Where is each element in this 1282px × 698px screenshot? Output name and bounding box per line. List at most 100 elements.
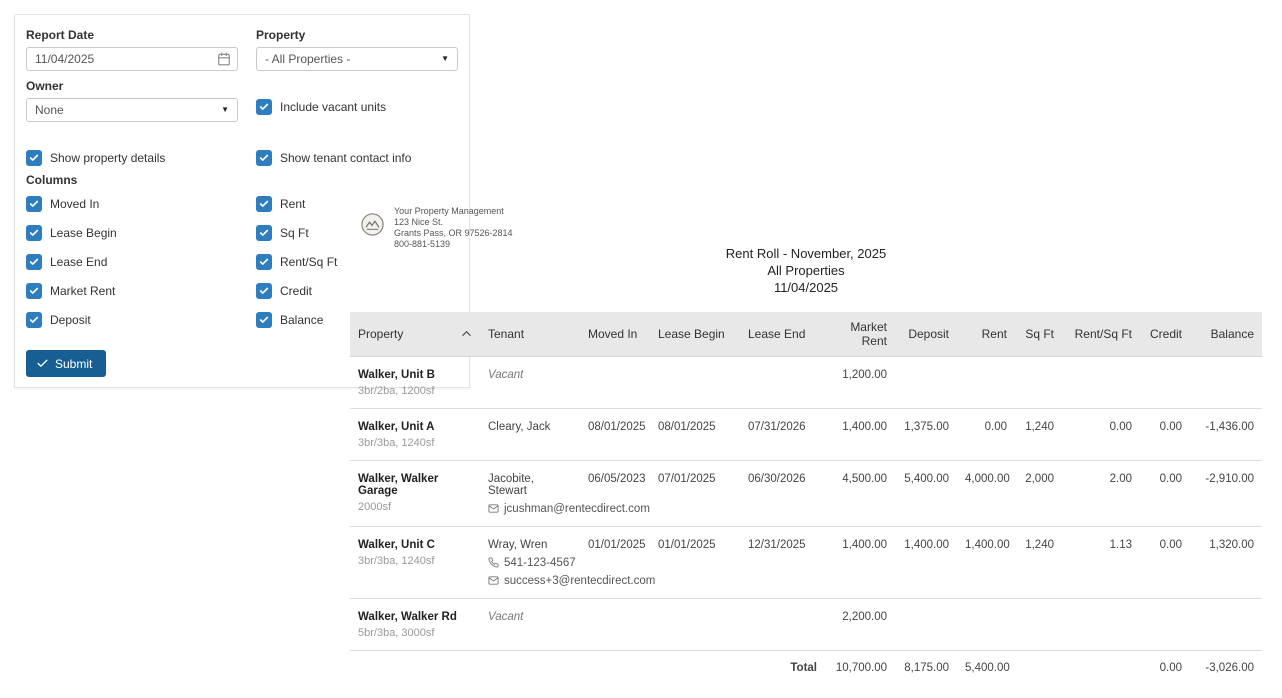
total-deposit: 8,175.00	[904, 661, 949, 674]
property-select-value: - All Properties -	[265, 52, 351, 66]
deposit-cell: 1,375.00	[895, 408, 957, 461]
balance-checkbox[interactable]	[256, 312, 272, 328]
lease-begin-checkbox[interactable]	[26, 225, 42, 241]
check-icon	[259, 200, 269, 207]
column-option-rent: Rent	[256, 196, 337, 212]
rent-sq-ft-cell	[1062, 356, 1140, 409]
property-detail: 5br/3ba, 3000sf	[358, 626, 435, 639]
deposit-label: Deposit	[50, 313, 91, 327]
market-rent-cell: 1,400.00	[825, 526, 895, 599]
header-deposit[interactable]: Deposit	[895, 312, 957, 357]
rent-cell	[957, 598, 1015, 651]
envelope-icon	[488, 504, 499, 513]
lease-begin-label: Lease Begin	[50, 226, 117, 240]
table-row: Walker, Unit B 3br/2ba, 1200sf Vacant 1,…	[350, 356, 1262, 409]
deposit-checkbox[interactable]	[26, 312, 42, 328]
moved-in-checkbox[interactable]	[26, 196, 42, 212]
moved-in-cell	[580, 598, 650, 651]
show-property-details-checkbox[interactable]	[26, 150, 42, 166]
sq-ft-cell: 1,240	[1015, 526, 1062, 599]
check-icon	[29, 154, 39, 161]
property-detail: 3br/3ba, 1240sf	[358, 436, 435, 449]
report-date-field: Report Date	[26, 28, 238, 71]
header-property[interactable]: Property	[350, 312, 480, 357]
header-balance[interactable]: Balance	[1190, 312, 1262, 357]
sq-ft-checkbox[interactable]	[256, 225, 272, 241]
moved-in-cell: 08/01/2025	[580, 408, 650, 461]
submit-button-label: Submit	[55, 356, 93, 371]
owner-field: Owner None ▼	[26, 79, 238, 122]
header-lease-end[interactable]: Lease End	[740, 312, 825, 357]
show-property-details-label: Show property details	[50, 151, 166, 165]
report-date-input[interactable]	[26, 47, 238, 71]
property-name: Walker, Unit C	[358, 538, 435, 551]
header-lease-begin[interactable]: Lease Begin	[650, 312, 740, 357]
column-option-credit: Credit	[256, 283, 337, 299]
report-title: Rent Roll - November, 2025	[725, 246, 887, 261]
rent-sq-ft-checkbox[interactable]	[256, 254, 272, 270]
rent-sq-ft-cell: 0.00	[1062, 408, 1140, 461]
balance-label: Balance	[280, 313, 324, 327]
header-sq-ft[interactable]: Sq Ft	[1015, 312, 1062, 357]
header-rent-sq-ft[interactable]: Rent/Sq Ft	[1062, 312, 1140, 357]
sq-ft-cell	[1015, 598, 1062, 651]
market-rent-cell: 1,400.00	[825, 408, 895, 461]
company-address: Your Property Management 123 Nice St. Gr…	[394, 206, 513, 250]
rent-sq-ft-cell: 1.13	[1062, 526, 1140, 599]
header-tenant[interactable]: Tenant	[480, 312, 580, 357]
header-credit[interactable]: Credit	[1140, 312, 1190, 357]
balance-cell	[1190, 356, 1262, 409]
total-credit: 0.00	[1159, 661, 1182, 674]
credit-cell: 0.00	[1140, 526, 1190, 599]
market-rent-checkbox[interactable]	[26, 283, 42, 299]
company-name: Your Property Management	[394, 206, 504, 216]
header-moved-in[interactable]: Moved In	[580, 312, 650, 357]
table-row: Walker, Walker Garage 2000sf Jacobite, S…	[350, 460, 1262, 527]
rent-cell: 0.00	[957, 408, 1015, 461]
check-icon	[29, 316, 39, 323]
check-icon	[259, 103, 269, 110]
phone-icon	[488, 557, 499, 568]
tenant-phone[interactable]: 541-123-4567	[488, 557, 576, 569]
include-vacant-checkbox[interactable]	[256, 99, 272, 115]
lease-begin-cell: 07/01/2025	[650, 460, 740, 527]
moved-in-label: Moved In	[50, 197, 100, 211]
tenant-email[interactable]: success+3@rentecdirect.com	[488, 575, 655, 587]
sq-ft-cell	[1015, 356, 1062, 409]
property-select[interactable]: - All Properties - ▼	[256, 47, 458, 71]
submit-button[interactable]: Submit	[26, 350, 107, 377]
total-rent: 5,400.00	[965, 661, 1010, 674]
header-market-rent[interactable]: Market Rent	[825, 312, 895, 357]
tenant-name: Vacant	[488, 368, 524, 381]
rent-roll-table: Property Tenant Moved In Lease Begin Lea…	[350, 312, 1262, 685]
rent-sq-ft-label: Rent/Sq Ft	[280, 255, 338, 269]
column-option-sq-ft: Sq Ft	[256, 225, 337, 241]
include-vacant-checkbox-row: Include vacant units	[256, 99, 386, 115]
owner-select[interactable]: None ▼	[26, 98, 238, 122]
lease-end-cell: 12/31/2025	[740, 526, 825, 599]
calendar-icon[interactable]	[217, 52, 231, 66]
header-rent[interactable]: Rent	[957, 312, 1015, 357]
rent-checkbox[interactable]	[256, 196, 272, 212]
tenant-name: Cleary, Jack	[488, 420, 551, 433]
sq-ft-label: Sq Ft	[280, 226, 309, 240]
rent-cell: 4,000.00	[957, 460, 1015, 527]
company-block: Your Property Management 123 Nice St. Gr…	[360, 206, 513, 250]
show-tenant-contact-checkbox[interactable]	[256, 150, 272, 166]
balance-cell	[1190, 598, 1262, 651]
lease-end-checkbox[interactable]	[26, 254, 42, 270]
check-icon	[259, 316, 269, 323]
column-options-left: Moved In Lease Begin Lease End Market Re…	[26, 196, 117, 328]
balance-cell: -1,436.00	[1190, 408, 1262, 461]
rent-cell	[957, 356, 1015, 409]
credit-checkbox[interactable]	[256, 283, 272, 299]
lease-end-cell	[740, 356, 825, 409]
moved-in-cell: 01/01/2025	[580, 526, 650, 599]
tenant-email[interactable]: jcushman@rentecdirect.com	[488, 503, 650, 515]
show-property-details-checkbox-row: Show property details	[26, 150, 165, 166]
property-detail: 3br/2ba, 1200sf	[358, 384, 435, 397]
company-logo	[361, 213, 384, 236]
lease-end-cell: 07/31/2026	[740, 408, 825, 461]
property-detail: 2000sf	[358, 500, 392, 513]
report-date: 11/04/2025	[773, 280, 839, 295]
